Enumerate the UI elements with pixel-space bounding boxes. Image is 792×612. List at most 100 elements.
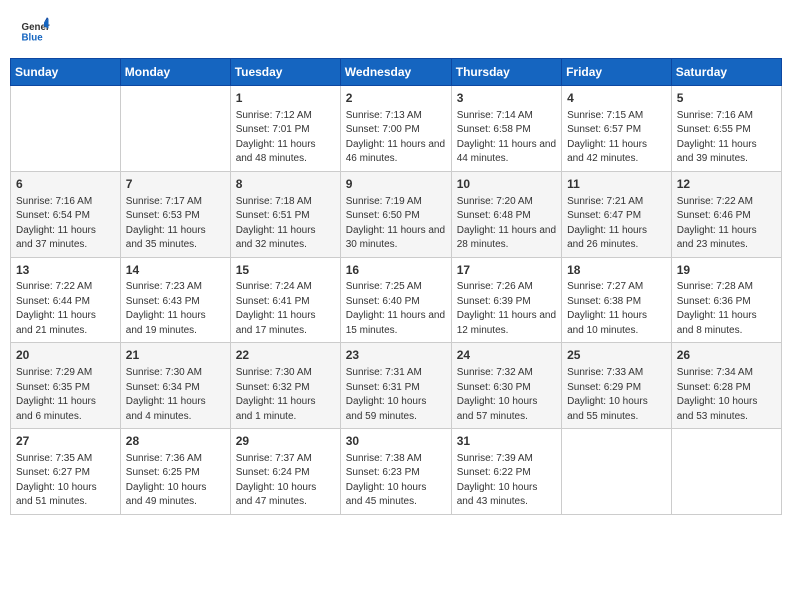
day-number: 26 [677,347,776,364]
day-info: Sunrise: 7:21 AM Sunset: 6:47 PM Dayligh… [567,195,666,253]
calendar-week-row: 6 Sunrise: 7:16 AM Sunset: 6:54 PM Daylig… [11,171,782,257]
day-info: Sunrise: 7:38 AM Sunset: 6:23 PM Dayligh… [346,452,446,510]
day-number: 9 [346,176,446,193]
day-number: 3 [457,90,556,107]
day-info: Sunrise: 7:17 AM Sunset: 6:53 PM Dayligh… [126,195,225,253]
calendar-cell: 17Sunrise: 7:26 AM Sunset: 6:39 PM Dayli… [451,257,561,343]
day-number: 13 [16,262,115,279]
calendar-cell: 2 Sunrise: 7:13 AM Sunset: 7:00 PM Daylig… [340,86,451,172]
day-number: 28 [126,433,225,450]
header-sunday: Sunday [11,59,121,86]
calendar-cell: 14Sunrise: 7:23 AM Sunset: 6:43 PM Dayli… [120,257,230,343]
calendar-cell: 29 Sunrise: 7:37 AM Sunset: 6:24 PM Dayli… [230,429,340,515]
calendar-table: SundayMondayTuesdayWednesdayThursdayFrid… [10,58,782,515]
day-info: Sunrise: 7:32 AM Sunset: 6:30 PM Dayligh… [457,366,556,424]
day-number: 24 [457,347,556,364]
day-number: 19 [677,262,776,279]
day-number: 11 [567,176,666,193]
day-number: 16 [346,262,446,279]
calendar-week-row: 27Sunrise: 7:35 AM Sunset: 6:27 PM Dayli… [11,429,782,515]
calendar-cell [120,86,230,172]
calendar-cell: 28 Sunrise: 7:36 AM Sunset: 6:25 PM Dayli… [120,429,230,515]
calendar-cell: 23 Sunrise: 7:31 AM Sunset: 6:31 PM Dayli… [340,343,451,429]
day-info: Sunrise: 7:20 AM Sunset: 6:48 PM Dayligh… [457,195,556,253]
day-info: Sunrise: 7:15 AM Sunset: 6:57 PM Dayligh… [567,109,666,167]
day-number: 23 [346,347,446,364]
day-info: Sunrise: 7:25 AM Sunset: 6:40 PM Dayligh… [346,280,446,338]
day-number: 4 [567,90,666,107]
calendar-cell: 12 Sunrise: 7:22 AM Sunset: 6:46 PM Dayli… [671,171,781,257]
header-wednesday: Wednesday [340,59,451,86]
page-header: General Blue [10,10,782,50]
day-info: Sunrise: 7:22 AM Sunset: 6:44 PM Dayligh… [16,280,115,338]
day-number: 20 [16,347,115,364]
calendar-cell: 26 Sunrise: 7:34 AM Sunset: 6:28 PM Dayli… [671,343,781,429]
day-info: Sunrise: 7:30 AM Sunset: 6:34 PM Dayligh… [126,366,225,424]
calendar-cell: 7 Sunrise: 7:17 AM Sunset: 6:53 PM Daylig… [120,171,230,257]
calendar-cell: 1 Sunrise: 7:12 AM Sunset: 7:01 PM Daylig… [230,86,340,172]
day-info: Sunrise: 7:23 AM Sunset: 6:43 PM Dayligh… [126,280,225,338]
day-number: 6 [16,176,115,193]
calendar-cell: 10Sunrise: 7:20 AM Sunset: 6:48 PM Dayli… [451,171,561,257]
calendar-cell: 13Sunrise: 7:22 AM Sunset: 6:44 PM Dayli… [11,257,121,343]
day-number: 30 [346,433,446,450]
day-info: Sunrise: 7:18 AM Sunset: 6:51 PM Dayligh… [236,195,335,253]
calendar-cell: 24 Sunrise: 7:32 AM Sunset: 6:30 PM Dayli… [451,343,561,429]
calendar-cell [671,429,781,515]
day-info: Sunrise: 7:39 AM Sunset: 6:22 PM Dayligh… [457,452,556,510]
day-info: Sunrise: 7:29 AM Sunset: 6:35 PM Dayligh… [16,366,115,424]
calendar-cell: 18Sunrise: 7:27 AM Sunset: 6:38 PM Dayli… [562,257,672,343]
calendar-cell: 15Sunrise: 7:24 AM Sunset: 6:41 PM Dayli… [230,257,340,343]
calendar-cell: 11 Sunrise: 7:21 AM Sunset: 6:47 PM Dayli… [562,171,672,257]
day-info: Sunrise: 7:13 AM Sunset: 7:00 PM Dayligh… [346,109,446,167]
day-number: 25 [567,347,666,364]
day-info: Sunrise: 7:22 AM Sunset: 6:46 PM Dayligh… [677,195,776,253]
svg-text:Blue: Blue [22,33,44,44]
calendar-cell: 31Sunrise: 7:39 AM Sunset: 6:22 PM Dayli… [451,429,561,515]
day-number: 7 [126,176,225,193]
day-number: 22 [236,347,335,364]
day-number: 21 [126,347,225,364]
calendar-cell: 19Sunrise: 7:28 AM Sunset: 6:36 PM Dayli… [671,257,781,343]
calendar-cell: 9 Sunrise: 7:19 AM Sunset: 6:50 PM Daylig… [340,171,451,257]
header-tuesday: Tuesday [230,59,340,86]
day-info: Sunrise: 7:19 AM Sunset: 6:50 PM Dayligh… [346,195,446,253]
day-info: Sunrise: 7:33 AM Sunset: 6:29 PM Dayligh… [567,366,666,424]
day-number: 1 [236,90,335,107]
calendar-week-row: 20 Sunrise: 7:29 AM Sunset: 6:35 PM Dayli… [11,343,782,429]
calendar-cell: 27Sunrise: 7:35 AM Sunset: 6:27 PM Dayli… [11,429,121,515]
calendar-cell: 8Sunrise: 7:18 AM Sunset: 6:51 PM Daylig… [230,171,340,257]
day-number: 29 [236,433,335,450]
day-info: Sunrise: 7:36 AM Sunset: 6:25 PM Dayligh… [126,452,225,510]
calendar-cell: 16Sunrise: 7:25 AM Sunset: 6:40 PM Dayli… [340,257,451,343]
calendar-cell: 3 Sunrise: 7:14 AM Sunset: 6:58 PM Daylig… [451,86,561,172]
header-friday: Friday [562,59,672,86]
day-info: Sunrise: 7:31 AM Sunset: 6:31 PM Dayligh… [346,366,446,424]
day-number: 14 [126,262,225,279]
day-number: 12 [677,176,776,193]
day-info: Sunrise: 7:16 AM Sunset: 6:55 PM Dayligh… [677,109,776,167]
day-info: Sunrise: 7:27 AM Sunset: 6:38 PM Dayligh… [567,280,666,338]
calendar-cell: 25 Sunrise: 7:33 AM Sunset: 6:29 PM Dayli… [562,343,672,429]
day-number: 2 [346,90,446,107]
day-info: Sunrise: 7:26 AM Sunset: 6:39 PM Dayligh… [457,280,556,338]
day-number: 5 [677,90,776,107]
calendar-cell [562,429,672,515]
calendar-cell: 30 Sunrise: 7:38 AM Sunset: 6:23 PM Dayli… [340,429,451,515]
day-info: Sunrise: 7:24 AM Sunset: 6:41 PM Dayligh… [236,280,335,338]
day-info: Sunrise: 7:34 AM Sunset: 6:28 PM Dayligh… [677,366,776,424]
day-info: Sunrise: 7:14 AM Sunset: 6:58 PM Dayligh… [457,109,556,167]
calendar-cell: 21 Sunrise: 7:30 AM Sunset: 6:34 PM Dayli… [120,343,230,429]
header-monday: Monday [120,59,230,86]
day-info: Sunrise: 7:37 AM Sunset: 6:24 PM Dayligh… [236,452,335,510]
day-info: Sunrise: 7:12 AM Sunset: 7:01 PM Dayligh… [236,109,335,167]
day-number: 17 [457,262,556,279]
header-thursday: Thursday [451,59,561,86]
calendar-cell: 6 Sunrise: 7:16 AM Sunset: 6:54 PM Daylig… [11,171,121,257]
header-saturday: Saturday [671,59,781,86]
calendar-cell: 4 Sunrise: 7:15 AM Sunset: 6:57 PM Daylig… [562,86,672,172]
day-number: 27 [16,433,115,450]
calendar-week-row: 1 Sunrise: 7:12 AM Sunset: 7:01 PM Daylig… [11,86,782,172]
day-number: 15 [236,262,335,279]
day-info: Sunrise: 7:16 AM Sunset: 6:54 PM Dayligh… [16,195,115,253]
